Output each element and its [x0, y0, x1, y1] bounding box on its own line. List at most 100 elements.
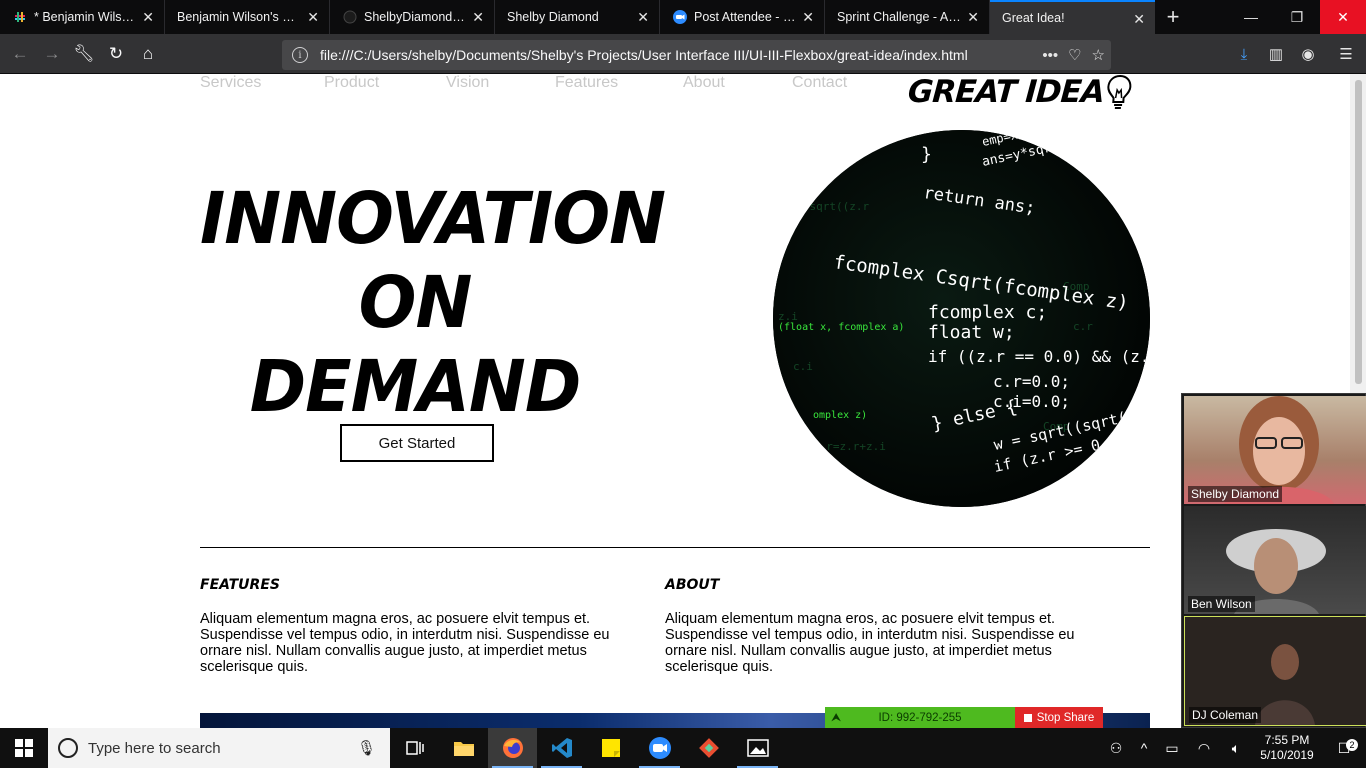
download-icon[interactable]: ⤓ — [1230, 40, 1258, 68]
restore-button[interactable]: ❐ — [1274, 0, 1320, 34]
task-view-icon[interactable] — [390, 728, 439, 768]
system-tray: ⚇ ^ ▭ ◠ 🔈︎ 7:55 PM 5/10/2019 ☐ 2 — [1100, 728, 1366, 768]
nav-services[interactable]: Services — [200, 74, 261, 92]
stop-share-button[interactable]: Stop Share — [1015, 707, 1103, 728]
start-button[interactable] — [0, 728, 48, 768]
minimize-button[interactable]: — — [1228, 0, 1274, 34]
stop-share-label: Stop Share — [1036, 711, 1095, 724]
close-tab-icon[interactable]: ✕ — [142, 9, 154, 25]
wrench-icon[interactable]: 🔧︎ — [70, 40, 98, 68]
url-bar[interactable]: i file:///C:/Users/shelby/Documents/Shel… — [282, 40, 1111, 70]
tab-slack[interactable]: * Benjamin Wilson | ✕ — [0, 0, 165, 34]
logo-text: GREAT IDEA — [906, 74, 1106, 110]
page-actions-icon[interactable]: ••• — [1042, 47, 1058, 64]
pocket-icon[interactable]: ♡ — [1068, 46, 1081, 64]
photos-icon[interactable] — [733, 728, 782, 768]
account-icon[interactable]: ◉ — [1294, 40, 1322, 68]
sidebar-icon[interactable]: ▥ — [1262, 40, 1290, 68]
about-heading: About — [665, 577, 720, 593]
tab-github[interactable]: ShelbyDiamond/po ✕ — [330, 0, 495, 34]
nav-features[interactable]: Features — [555, 74, 618, 92]
video-tile[interactable]: Ben Wilson — [1184, 506, 1366, 614]
nav-product[interactable]: Product — [324, 74, 379, 92]
video-tile-active[interactable]: DJ Coleman — [1184, 616, 1366, 726]
tab-label: Benjamin Wilson's Portf — [177, 10, 301, 24]
participant-name: Shelby Diamond — [1188, 486, 1283, 502]
back-button[interactable]: ← — [6, 40, 34, 68]
tab-zoom[interactable]: Post Attendee - Zoo ✕ — [660, 0, 825, 34]
volume-icon[interactable]: 🔈︎ — [1220, 740, 1252, 757]
battery-icon[interactable]: ▭ — [1156, 740, 1188, 757]
notification-count: 2 — [1346, 738, 1358, 751]
close-tab-icon[interactable]: ✕ — [472, 9, 484, 25]
firefox-icon[interactable] — [488, 728, 537, 768]
close-tab-icon[interactable]: ✕ — [307, 9, 319, 25]
tab-label: Shelby Diamond — [507, 10, 599, 24]
page-viewport: Services Product Vision Features About C… — [0, 74, 1350, 728]
code-line: (float x, fcomplex a) — [778, 322, 904, 333]
tab-sprint[interactable]: Sprint Challenge - Abou ✕ — [825, 0, 990, 34]
file-explorer-icon[interactable] — [439, 728, 488, 768]
get-started-button[interactable]: Get Started — [340, 424, 494, 462]
nav-about[interactable]: About — [683, 74, 725, 92]
nav-vision[interactable]: Vision — [446, 74, 489, 92]
tab-shelby[interactable]: Shelby Diamond ✕ — [495, 0, 660, 34]
code-line: fcomplex c; — [928, 302, 1047, 323]
hero-code-image: z.r=sqrt((z.r z.i c.i r.r=z.r+z.i Comp c… — [773, 130, 1150, 507]
code-line: float w; — [928, 322, 1015, 343]
bookmark-star-icon[interactable]: ☆ — [1092, 46, 1105, 64]
microphone-icon[interactable]: 🎙︎ — [357, 739, 376, 757]
code-line: c.r=0.0; — [993, 372, 1070, 391]
info-icon[interactable]: i — [292, 47, 308, 63]
close-tab-icon[interactable]: ✕ — [802, 9, 814, 25]
new-tab-button[interactable]: + — [1155, 0, 1191, 34]
code-line: if ((z.r == 0.0) && (z.i == 0.0)) — [928, 347, 1150, 366]
notifications-icon[interactable]: ☐ 2 — [1322, 738, 1366, 757]
tab-label: * Benjamin Wilson | — [34, 10, 136, 24]
lightbulb-icon — [1107, 74, 1132, 109]
people-icon[interactable]: ⚇ — [1100, 740, 1132, 757]
sticky-notes-icon[interactable] — [586, 728, 635, 768]
tab-label: Post Attendee - Zoo — [694, 10, 796, 24]
zoom-icon — [672, 9, 688, 25]
participant-name: DJ Coleman — [1189, 707, 1262, 723]
clock[interactable]: 7:55 PM 5/10/2019 — [1252, 733, 1322, 763]
code-line: } — [921, 144, 932, 165]
vscode-icon[interactable] — [537, 728, 586, 768]
hero-line: ON — [358, 262, 473, 345]
clock-time: 7:55 PM — [1264, 733, 1310, 747]
tab-bar: * Benjamin Wilson | ✕ Benjamin Wilson's … — [0, 0, 1366, 34]
svg-text:c.i: c.i — [793, 360, 813, 373]
forward-button[interactable]: → — [38, 40, 66, 68]
close-tab-icon[interactable]: ✕ — [1133, 11, 1145, 27]
home-button[interactable]: ⌂ — [134, 40, 162, 68]
reload-button[interactable]: ↻ — [102, 40, 130, 68]
zoom-share-toolbar: ⮝ ID: 992-792-255 Stop Share — [825, 707, 1103, 728]
tab-great-idea[interactable]: Great Idea! ✕ — [990, 0, 1155, 34]
window-close-button[interactable]: ✕ — [1320, 0, 1366, 34]
url-text[interactable]: file:///C:/Users/shelby/Documents/Shelby… — [320, 47, 968, 63]
zoom-video-panel[interactable]: Shelby Diamond Ben Wilson DJ Coleman — [1181, 393, 1366, 728]
nav-contact[interactable]: Contact — [792, 74, 847, 92]
features-text: Aliquam elementum magna eros, ac posuere… — [200, 611, 610, 675]
close-tab-icon[interactable]: ✕ — [967, 9, 979, 25]
hero-line: INNOVATION — [200, 178, 666, 261]
scrollbar-thumb[interactable] — [1355, 80, 1362, 384]
svg-text:r.r=z.r+z.i: r.r=z.r+z.i — [813, 440, 886, 453]
wifi-icon[interactable]: ◠ — [1188, 740, 1220, 757]
close-tab-icon[interactable]: ✕ — [637, 9, 649, 25]
meeting-id[interactable]: ⮝ ID: 992-792-255 — [825, 707, 1015, 728]
features-heading: Features — [200, 577, 280, 593]
windows-taskbar: Type here to search 🎙︎ ⚇ ^ ▭ ◠ 🔈︎ 7:55 P… — [0, 728, 1366, 768]
code-line: omplex z) — [813, 410, 867, 421]
tab-label: Great Idea! — [1002, 11, 1065, 25]
menu-icon[interactable]: ☰ — [1332, 40, 1360, 68]
github-icon — [342, 9, 358, 25]
taskbar-search[interactable]: Type here to search 🎙︎ — [48, 728, 390, 768]
tab-portfolio[interactable]: Benjamin Wilson's Portf ✕ — [165, 0, 330, 34]
chevron-up-icon[interactable]: ^ — [1132, 740, 1156, 756]
zoom-app-icon[interactable] — [635, 728, 684, 768]
video-tile[interactable]: Shelby Diamond — [1184, 396, 1366, 504]
site-logo[interactable]: GREAT IDEA — [907, 74, 1133, 110]
git-icon[interactable] — [684, 728, 733, 768]
